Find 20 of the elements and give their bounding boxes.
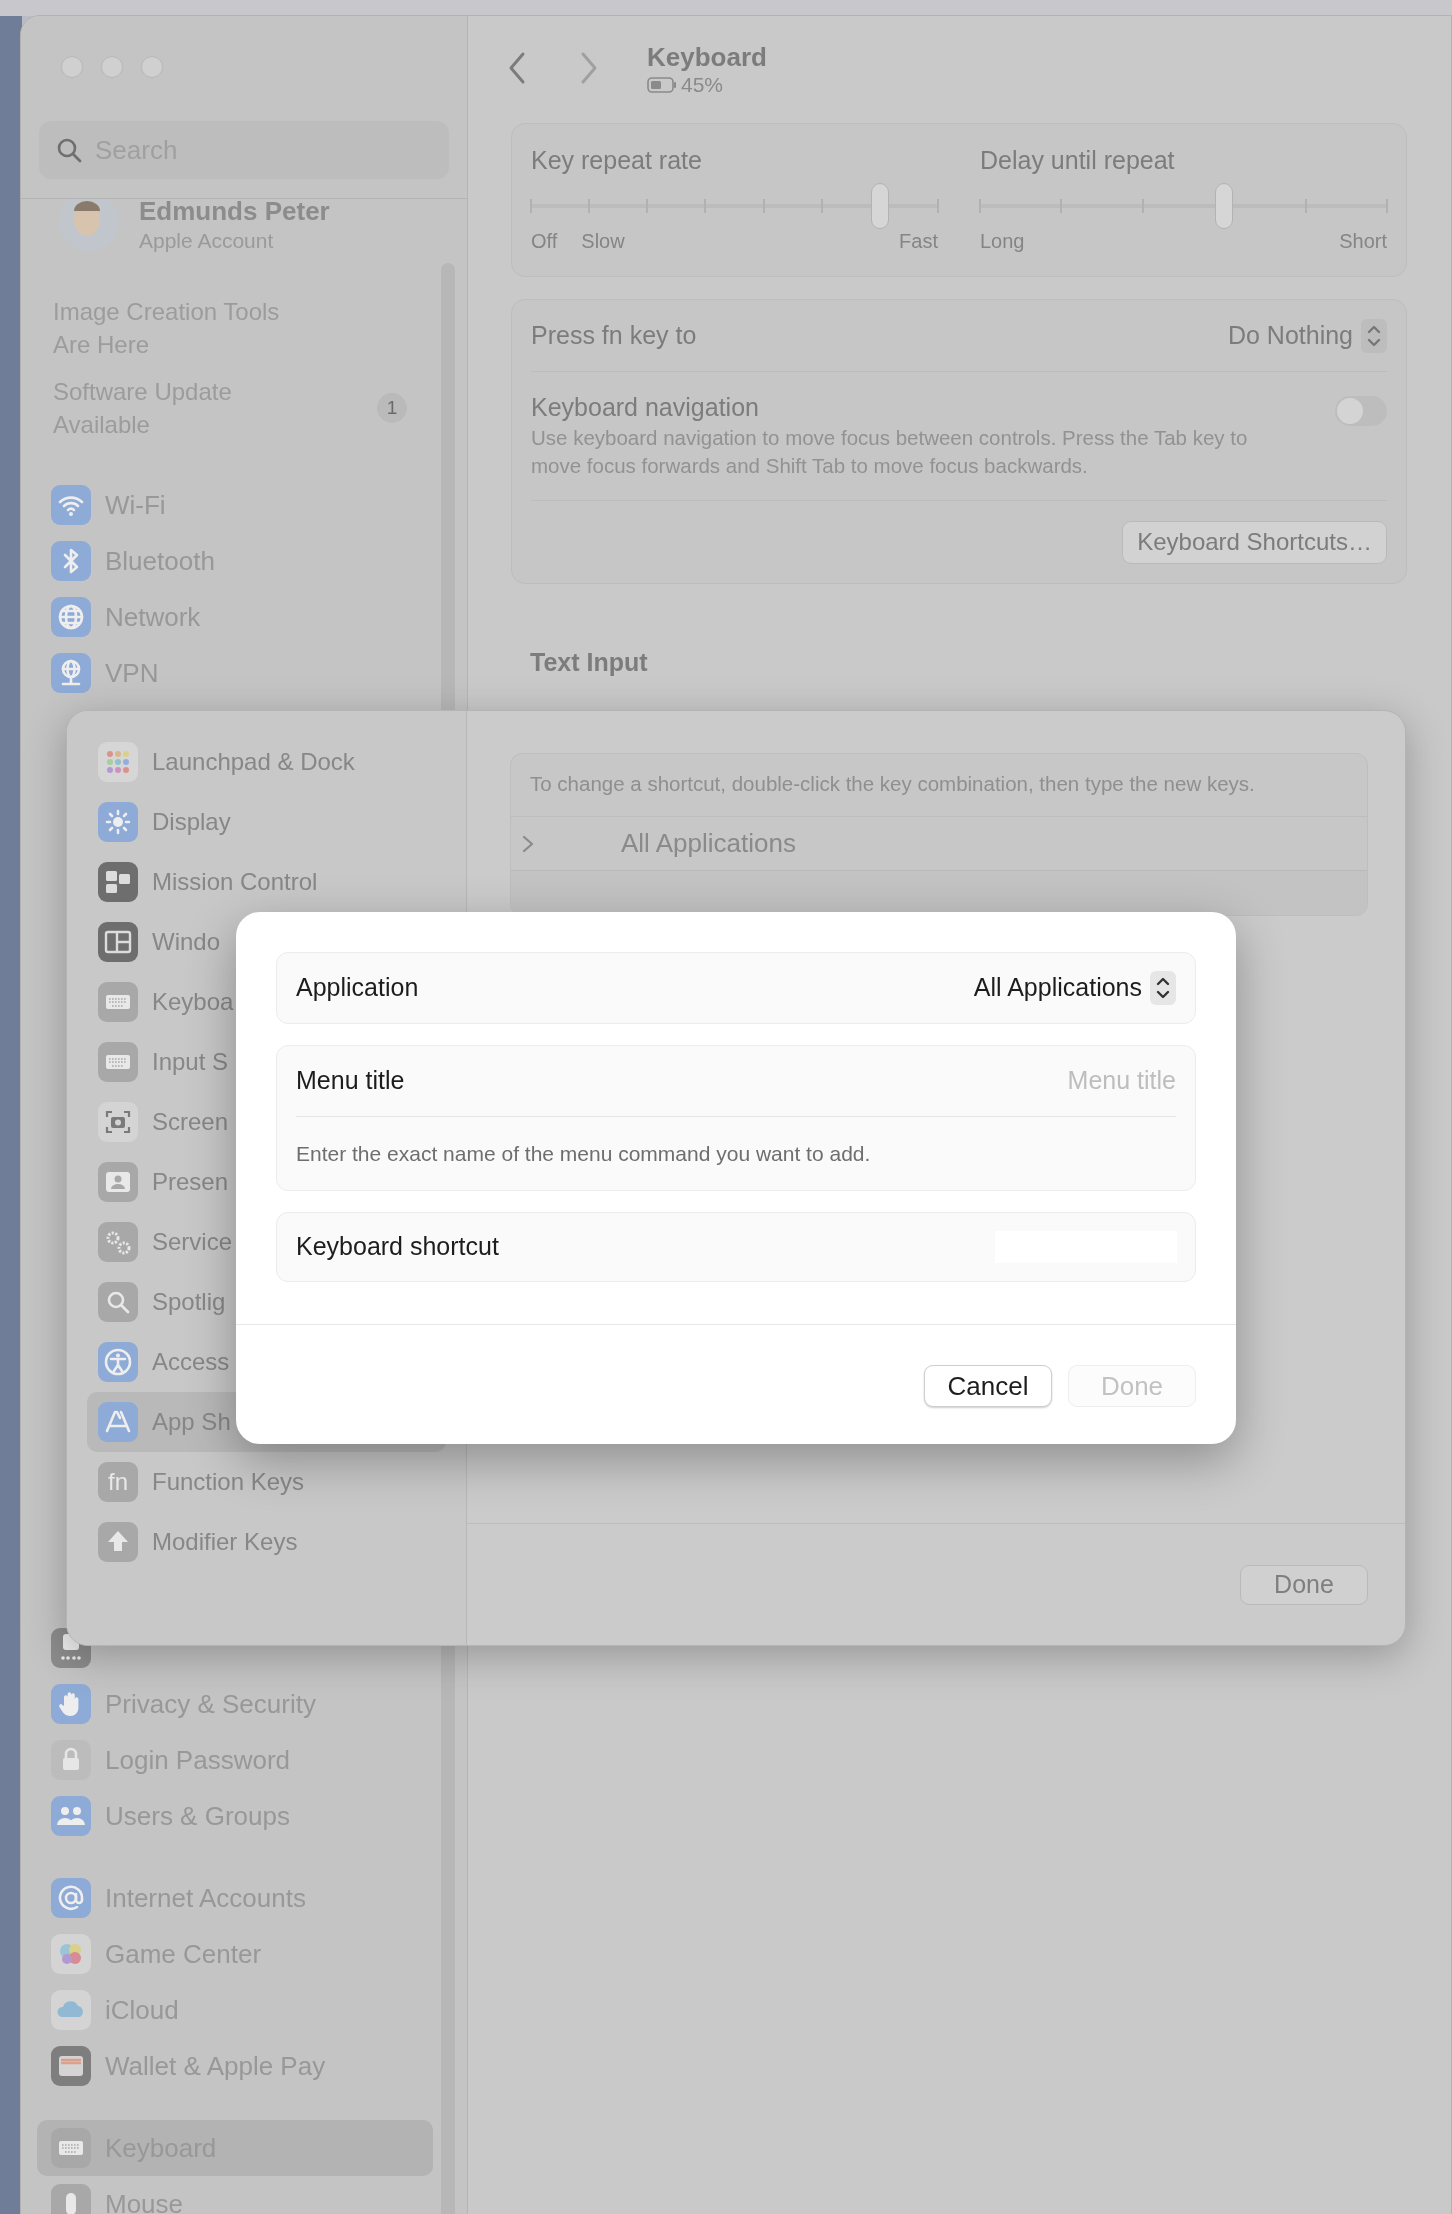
scale-label: Long xyxy=(980,229,1025,254)
instruction-text: To change a shortcut, double-click the key combination, then type the new keys. xyxy=(530,771,1256,797)
help-text: Enter the exact name of the menu command you want to add. xyxy=(296,1140,872,1167)
scale-label: Slow xyxy=(581,229,625,254)
scale-label: Fast xyxy=(899,229,938,254)
field-label: Application xyxy=(296,972,419,1004)
scale-label: Off xyxy=(531,229,558,254)
field-label: Menu title xyxy=(296,1065,405,1097)
field-label: Keyboard shortcut xyxy=(296,1231,499,1263)
setting-label: Press fn key to xyxy=(531,319,697,351)
count-badge: 1 xyxy=(377,393,407,423)
slider-label: Delay until repeat xyxy=(980,145,1176,176)
window-title: Keyboard xyxy=(647,42,767,72)
fn-icon: fn xyxy=(98,1462,138,1502)
slider-label: Key repeat rate xyxy=(531,145,703,176)
setting-label: Keyboard navigation xyxy=(531,392,760,423)
battery-percentage: 45% xyxy=(681,72,724,98)
account-name: Edmunds Peter xyxy=(139,199,330,226)
section-heading: Text Input xyxy=(530,647,649,678)
scale-label: Short xyxy=(1339,229,1387,254)
